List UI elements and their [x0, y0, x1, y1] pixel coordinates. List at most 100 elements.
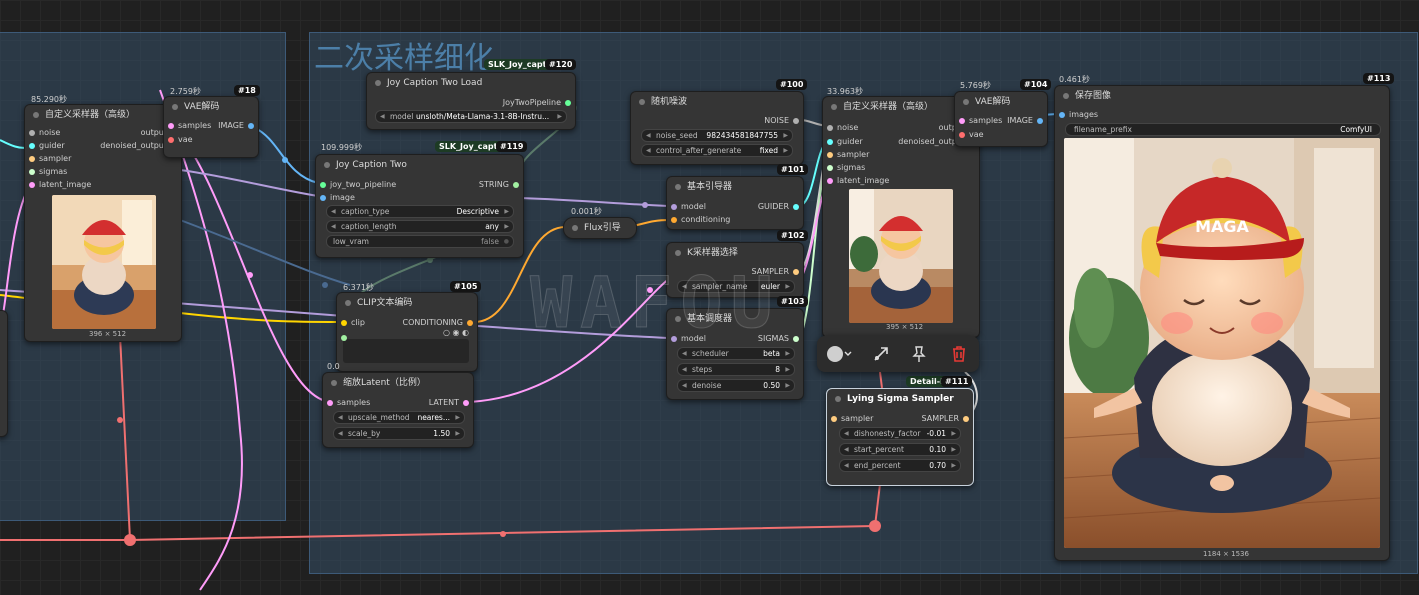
latent-output-label: LATENT	[428, 398, 459, 407]
node-vae-decode-right[interactable]: VAE解码 samples vae IMAGE	[954, 91, 1048, 147]
sampler-output-label: SAMPLER	[921, 414, 960, 423]
string-output-dot[interactable]	[513, 182, 519, 188]
sampler-input-dot[interactable]	[29, 156, 35, 162]
node-clip-text-encode[interactable]: CLIP文本编码 clip CONDITIONING ○ ◉ ◐	[336, 292, 478, 372]
samples-input-dot[interactable]	[168, 123, 174, 129]
node-basic-guider[interactable]: 基本引导器 model conditioning GUIDER	[666, 176, 804, 230]
sigmas-input-dot[interactable]	[827, 165, 833, 171]
noise-seed-input[interactable]: ◀ noise_seed 982434581847755 ▶	[641, 129, 793, 142]
wire-red-up-right	[874, 483, 881, 527]
node-title[interactable]: VAE解码	[164, 97, 258, 117]
samples-input-label: samples	[969, 116, 1003, 125]
node-title[interactable]: 缩放Latent（比例）	[323, 373, 473, 393]
lying-badge: #111	[941, 376, 973, 387]
node-title[interactable]: 保存图像	[1055, 86, 1389, 106]
partial-node-left[interactable]	[0, 310, 8, 437]
noise-output-dot[interactable]	[793, 118, 799, 124]
arrow-right-icon[interactable]: ▶	[557, 111, 562, 122]
conditioning-output-dot[interactable]	[467, 320, 473, 326]
guider-output-dot[interactable]	[793, 204, 799, 210]
sigmas-output-dot[interactable]	[793, 336, 799, 342]
sampler-input-dot[interactable]	[827, 152, 833, 158]
scheduler-select[interactable]: ◀ scheduler beta ▶	[677, 347, 795, 360]
toggle-off-icon[interactable]: ●	[504, 236, 509, 247]
control-after-generate-select[interactable]: ◀ control_after_generate fixed ▶	[641, 144, 793, 157]
sigmas-input-dot[interactable]	[29, 169, 35, 175]
node-custom-sampler-left[interactable]: 自定义采样器（高级） noise guider sampler sigmas l…	[24, 104, 182, 342]
upscale-method-select[interactable]: ◀ upscale_method neares... ▶	[333, 411, 465, 424]
joy-two-badge: #119	[496, 141, 528, 152]
start-percent-input[interactable]: ◀ start_percent 0.10 ▶	[839, 443, 961, 456]
node-title[interactable]: 基本引导器	[667, 177, 803, 197]
guider-input-dot[interactable]	[827, 139, 833, 145]
wire-red-top-right	[879, 371, 883, 389]
node-joy-caption-load[interactable]: Joy Caption Two Load JoyTwoPipeline ◀ mo…	[366, 72, 576, 130]
image-input-dot[interactable]	[320, 195, 326, 201]
images-input-label: images	[1069, 110, 1099, 119]
dishonesty-factor-input[interactable]: ◀ dishonesty_factor -0.01 ▶	[839, 427, 961, 440]
latent-input-dot[interactable]	[29, 182, 35, 188]
samples-input-dot[interactable]	[959, 118, 965, 124]
node-flux-guidance[interactable]: Flux引导	[563, 217, 637, 239]
pipe-input-dot[interactable]	[320, 182, 326, 188]
image-output-dot[interactable]	[1037, 118, 1043, 124]
node-joy-caption-two[interactable]: Joy Caption Two joy_two_pipeline image S…	[315, 154, 524, 258]
node-latent-upscale-by[interactable]: 缩放Latent（比例） samples LATENT ◀ upscale_met…	[322, 372, 474, 448]
end-percent-input[interactable]: ◀ end_percent 0.70 ▶	[839, 459, 961, 472]
sampler-input-dot[interactable]	[831, 416, 837, 422]
ksampler-badge: #102	[777, 230, 809, 241]
node-title[interactable]: Joy Caption Two Load	[367, 73, 575, 93]
delete-icon[interactable]	[949, 344, 969, 364]
node-title[interactable]: 随机噪波	[631, 92, 803, 112]
text-area[interactable]	[343, 339, 469, 363]
node-random-noise[interactable]: 随机噪波 NOISE ◀ noise_seed 982434581847755 ▶ …	[630, 91, 804, 165]
scale-by-input[interactable]: ◀ scale_by 1.50 ▶	[333, 427, 465, 440]
node-vae-decode-left[interactable]: VAE解码 samples vae IMAGE	[163, 96, 259, 158]
joy-two-timing: 109.999秒	[321, 143, 363, 152]
pin-icon[interactable]	[909, 344, 929, 364]
images-input-dot[interactable]	[1059, 112, 1065, 118]
node-save-image[interactable]: 保存图像 images filename_prefix ComfyUI MAGA…	[1054, 85, 1390, 561]
image-output-dot[interactable]	[248, 123, 254, 129]
guider-input-dot[interactable]	[29, 143, 35, 149]
samples-input-dot[interactable]	[327, 400, 333, 406]
latent-output-dot[interactable]	[463, 400, 469, 406]
steps-input[interactable]: ◀ steps 8 ▶	[677, 363, 795, 376]
arrow-left-icon[interactable]: ◀	[380, 111, 385, 122]
node-title[interactable]: VAE解码	[955, 92, 1047, 112]
color-picker-icon[interactable]	[825, 344, 845, 364]
pipe-input-label: joy_two_pipeline	[330, 180, 397, 189]
bypass-icon[interactable]	[871, 344, 891, 364]
low-vram-toggle[interactable]: low_vram false ●	[326, 235, 514, 248]
conditioning-input-dot[interactable]	[671, 217, 677, 223]
latent-input-dot[interactable]	[827, 178, 833, 184]
noise-input-dot[interactable]	[29, 130, 35, 136]
node-title[interactable]: K采样器选择	[667, 243, 803, 263]
node-lying-sigma-sampler[interactable]: Lying Sigma Sampler sampler SAMPLER ◀ dis…	[826, 388, 974, 486]
sampler-left-timing: 85.290秒	[31, 95, 67, 104]
clip-badge: #105	[450, 281, 482, 292]
sampler-output-dot[interactable]	[793, 269, 799, 275]
sampler-output-dot[interactable]	[963, 416, 969, 422]
vae-input-dot[interactable]	[959, 132, 965, 138]
text-input-dot[interactable]	[341, 335, 347, 341]
node-title[interactable]: Lying Sigma Sampler	[827, 389, 973, 409]
node-title[interactable]: CLIP文本编码	[337, 293, 477, 313]
conditioning-input-label: conditioning	[681, 215, 731, 224]
noise-input-dot[interactable]	[827, 125, 833, 131]
sampler-input-label: sampler	[39, 154, 72, 163]
filename-prefix-input[interactable]: filename_prefix ComfyUI	[1065, 123, 1381, 136]
caption-type-select[interactable]: ◀ caption_type Descriptive ▶	[326, 205, 514, 218]
caption-length-select[interactable]: ◀ caption_length any ▶	[326, 220, 514, 233]
model-select[interactable]: ◀ model unsloth/Meta-Llama-3.1-8B-Instru…	[375, 110, 567, 123]
chevron-down-icon[interactable]	[843, 344, 853, 364]
vae-input-dot[interactable]	[168, 137, 174, 143]
denoise-input[interactable]: ◀ denoise 0.50 ▶	[677, 379, 795, 392]
pipeline-output-dot[interactable]	[565, 100, 571, 106]
node-title[interactable]: 自定义采样器（高级）	[25, 105, 181, 125]
node-title[interactable]: Flux引导	[564, 218, 636, 238]
text-widget-icons[interactable]: ○ ◉ ◐	[443, 327, 469, 339]
model-input-dot[interactable]	[671, 204, 677, 210]
node-title[interactable]: Joy Caption Two	[316, 155, 523, 175]
clip-input-dot[interactable]	[341, 320, 347, 326]
